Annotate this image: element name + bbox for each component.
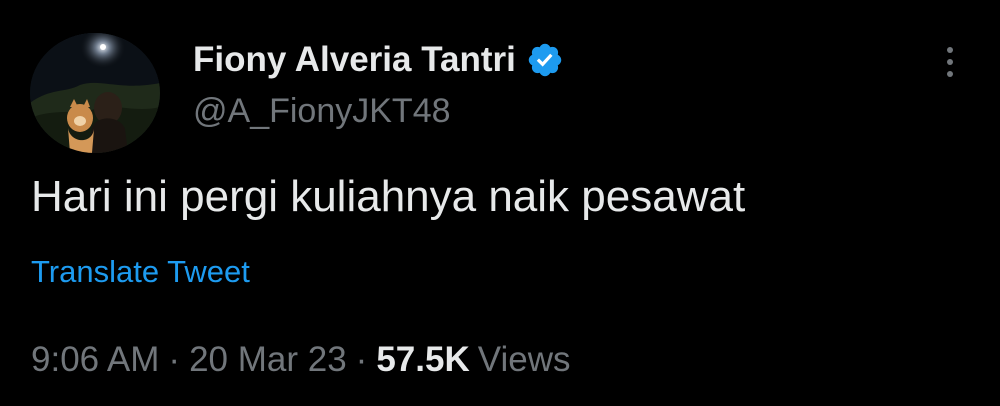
verified-badge-icon: [526, 41, 564, 79]
tweet-text: Hari ini pergi kuliahnya naik pesawat: [31, 172, 746, 221]
tweet-card: Fiony Alveria Tantri @A_FionyJKT48 Hari …: [0, 0, 1000, 406]
translate-tweet-link[interactable]: Translate Tweet: [31, 254, 250, 290]
author-display-name[interactable]: Fiony Alveria Tantri: [193, 40, 516, 80]
avatar-image: [30, 33, 160, 153]
more-dot: [947, 71, 953, 77]
author-name-row: Fiony Alveria Tantri: [193, 38, 564, 82]
author-handle[interactable]: @A_FionyJKT48: [193, 92, 451, 131]
tweet-metadata: 9:06 AM · 20 Mar 23 · 57.5K Views: [31, 340, 570, 380]
more-dot: [947, 59, 953, 65]
views-count[interactable]: 57.5K: [376, 340, 469, 380]
avatar[interactable]: [30, 33, 160, 153]
metadata-separator: ·: [355, 340, 368, 379]
views-label[interactable]: Views: [478, 340, 571, 380]
tweet-time[interactable]: 9:06 AM: [31, 340, 159, 380]
more-dot: [947, 47, 953, 53]
more-options-icon[interactable]: [935, 42, 965, 82]
tweet-date[interactable]: 20 Mar 23: [189, 340, 347, 380]
metadata-separator: ·: [168, 340, 181, 379]
